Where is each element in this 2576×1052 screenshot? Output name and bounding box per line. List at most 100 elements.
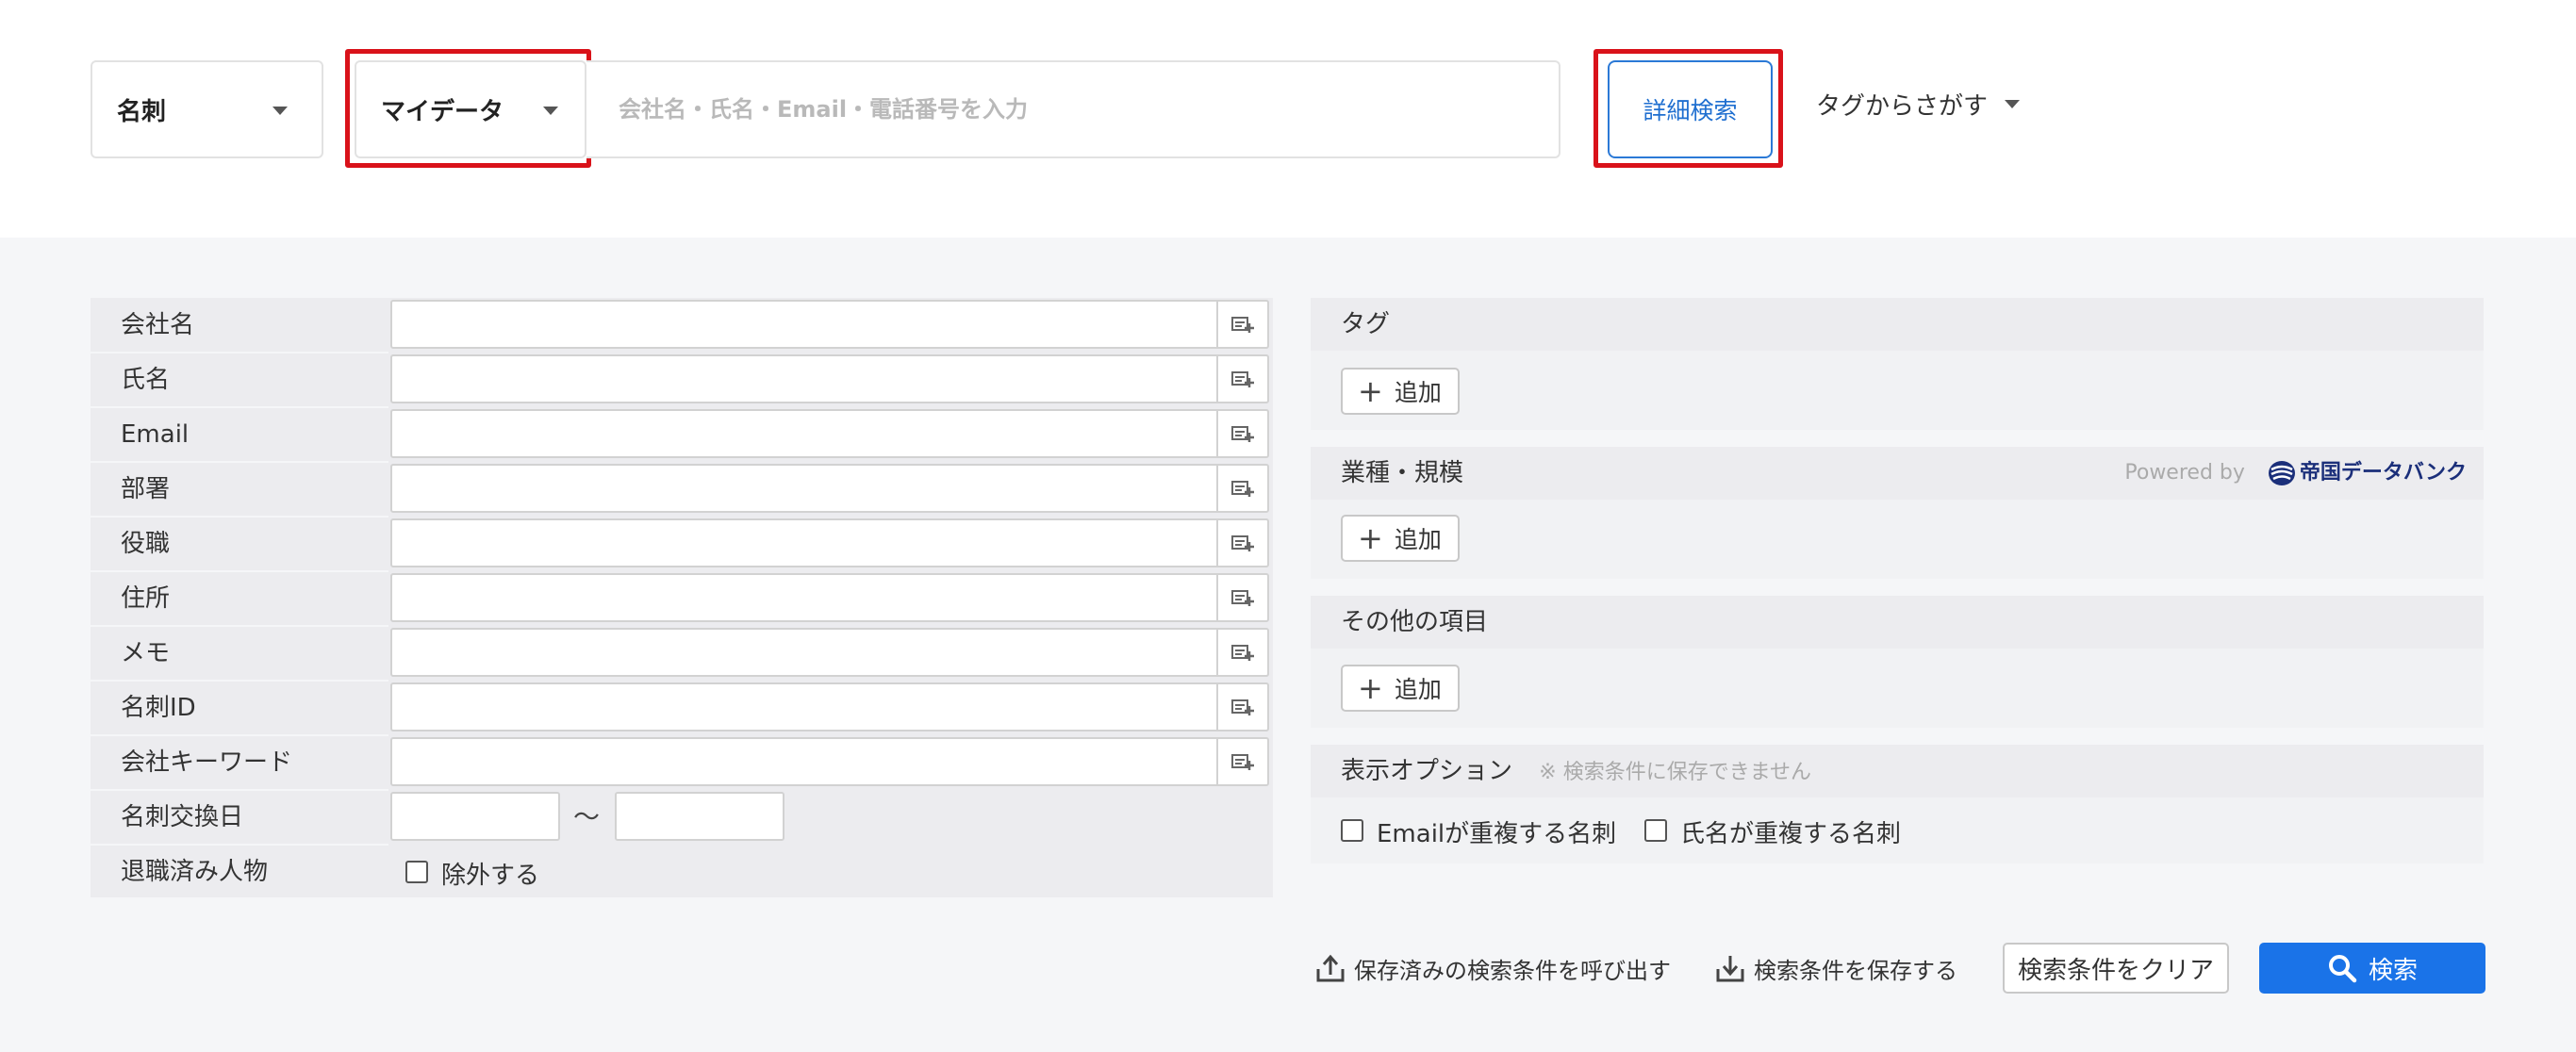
save-conditions-link[interactable]: 検索条件を保存する (1714, 945, 1957, 992)
row-divider (91, 570, 388, 572)
field-picker-button[interactable] (1216, 630, 1267, 675)
retired-label: 退職済み人物 (121, 858, 269, 886)
field-label: 会社キーワード (121, 748, 293, 777)
field-picker-icon (1231, 754, 1254, 770)
dup-email-checkbox[interactable] (1341, 819, 1363, 842)
add-industry-label: 追加 (1394, 526, 1442, 553)
display-options-header: 表示オプション ※ 検索条件に保存できません (1311, 745, 2484, 797)
field-input-wrapper (390, 464, 1269, 513)
field-picker-icon (1231, 426, 1254, 442)
field-row: 名刺ID (91, 681, 1273, 735)
caret-down-icon (543, 107, 558, 115)
magnifier-icon (2328, 955, 2357, 983)
field-input[interactable] (392, 684, 1216, 730)
field-picker-button[interactable] (1216, 575, 1267, 620)
field-picker-icon (1231, 371, 1254, 387)
field-input-wrapper (390, 628, 1269, 677)
industry-section-header: 業種・規模 Powered by 帝国データバンク (1311, 447, 2484, 500)
field-row: メモ (91, 626, 1273, 681)
save-conditions-label: 検索条件を保存する (1754, 957, 1957, 984)
retired-row: 退職済み人物 除外する (91, 845, 1273, 899)
dup-name-checkbox[interactable] (1644, 819, 1667, 842)
field-picker-button[interactable] (1216, 466, 1267, 511)
tag-search-dropdown[interactable]: タグからさがす (1816, 87, 2021, 122)
field-input[interactable] (392, 630, 1216, 675)
quick-search-input[interactable] (586, 60, 1560, 158)
field-picker-icon (1231, 481, 1254, 497)
teikoku-databank-mark-icon (2268, 461, 2295, 485)
row-divider (91, 734, 388, 736)
field-picker-icon (1231, 645, 1254, 661)
field-input-wrapper (390, 409, 1269, 458)
field-picker-icon (1231, 317, 1254, 333)
date-range-separator: 〜 (573, 801, 601, 832)
field-input[interactable] (392, 356, 1216, 402)
field-input-wrapper (390, 354, 1269, 403)
display-options-title: 表示オプション (1341, 757, 1513, 785)
advanced-search-button[interactable]: 詳細検索 (1608, 60, 1773, 158)
field-input[interactable] (392, 302, 1216, 347)
field-input-wrapper (390, 518, 1269, 567)
powered-by-text: Powered by (2124, 461, 2245, 485)
field-conditions-form: 会社名 氏名 Email 部署 役職 住所 メモ 名刺ID 会社キーワード 名刺交換日 〜退職済み人… (91, 298, 1273, 897)
provider-logo-text: 帝国データバンク (2299, 461, 2467, 485)
field-picker-button[interactable] (1216, 739, 1267, 784)
load-saved-label: 保存済みの検索条件を呼び出す (1354, 957, 1671, 984)
tag-search-label: タグからさがす (1816, 92, 1989, 121)
plus-icon: + (1358, 520, 1383, 556)
row-divider (91, 516, 388, 518)
field-input-wrapper (390, 300, 1269, 349)
field-input-wrapper (390, 737, 1269, 786)
load-saved-conditions-link[interactable]: 保存済みの検索条件を呼び出す (1314, 945, 1671, 992)
field-label: 会社名 (121, 311, 195, 339)
field-row: 氏名 (91, 353, 1273, 407)
search-button[interactable]: 検索 (2259, 943, 2485, 994)
field-input[interactable] (392, 520, 1216, 566)
add-other-label: 追加 (1394, 676, 1442, 703)
row-divider (91, 789, 388, 791)
display-options-note: ※ 検索条件に保存できません (1539, 761, 1812, 784)
record-type-dropdown[interactable]: 名刺 (91, 60, 323, 158)
search-bar: 名刺 マイデータ 詳細検索 タグからさがす (0, 0, 2576, 238)
field-picker-icon (1231, 699, 1254, 715)
other-section-body: + 追加 (1311, 649, 2484, 728)
field-input[interactable] (392, 411, 1216, 456)
field-label: 役職 (121, 530, 171, 558)
field-picker-button[interactable] (1216, 356, 1267, 402)
industry-section-body: + 追加 (1311, 500, 2484, 579)
exchange-date-row: 名刺交換日 〜 (91, 790, 1273, 845)
field-label: メモ (121, 639, 171, 667)
field-row: 会社キーワード (91, 735, 1273, 790)
data-scope-dropdown[interactable]: マイデータ (355, 60, 586, 158)
exclude-retired-label: 除外する (441, 862, 540, 890)
field-row: 会社名 (91, 298, 1273, 353)
field-picker-button[interactable] (1216, 411, 1267, 456)
add-tag-button[interactable]: + 追加 (1341, 368, 1460, 415)
field-row: 役職 (91, 517, 1273, 571)
field-picker-button[interactable] (1216, 302, 1267, 347)
field-label: 名刺ID (121, 694, 196, 722)
row-divider (91, 352, 388, 353)
field-picker-button[interactable] (1216, 520, 1267, 566)
clear-conditions-button[interactable]: 検索条件をクリア (2003, 943, 2229, 994)
field-input[interactable] (392, 575, 1216, 620)
row-divider (91, 461, 388, 463)
row-divider (91, 406, 388, 408)
field-input[interactable] (392, 739, 1216, 784)
industry-section-title: 業種・規模 (1341, 459, 1464, 487)
exchange-date-label: 名刺交換日 (121, 803, 244, 831)
exclude-retired-checkbox[interactable] (405, 861, 428, 883)
teikoku-databank-logo: 帝国データバンク (2268, 447, 2467, 500)
dup-email-label: Emailが重複する名刺 (1377, 820, 1617, 848)
powered-by: Powered by 帝国データバンク (2124, 447, 2467, 500)
field-row: Email (91, 407, 1273, 462)
field-input[interactable] (392, 466, 1216, 511)
exchange-date-from[interactable] (390, 792, 560, 841)
tags-section-header: タグ (1311, 298, 2484, 351)
plus-icon: + (1358, 670, 1383, 706)
field-picker-button[interactable] (1216, 684, 1267, 730)
add-other-button[interactable]: + 追加 (1341, 665, 1460, 712)
exchange-date-to[interactable] (615, 792, 784, 841)
dup-name-label: 氏名が重複する名刺 (1680, 820, 1902, 848)
add-industry-button[interactable]: + 追加 (1341, 515, 1460, 562)
